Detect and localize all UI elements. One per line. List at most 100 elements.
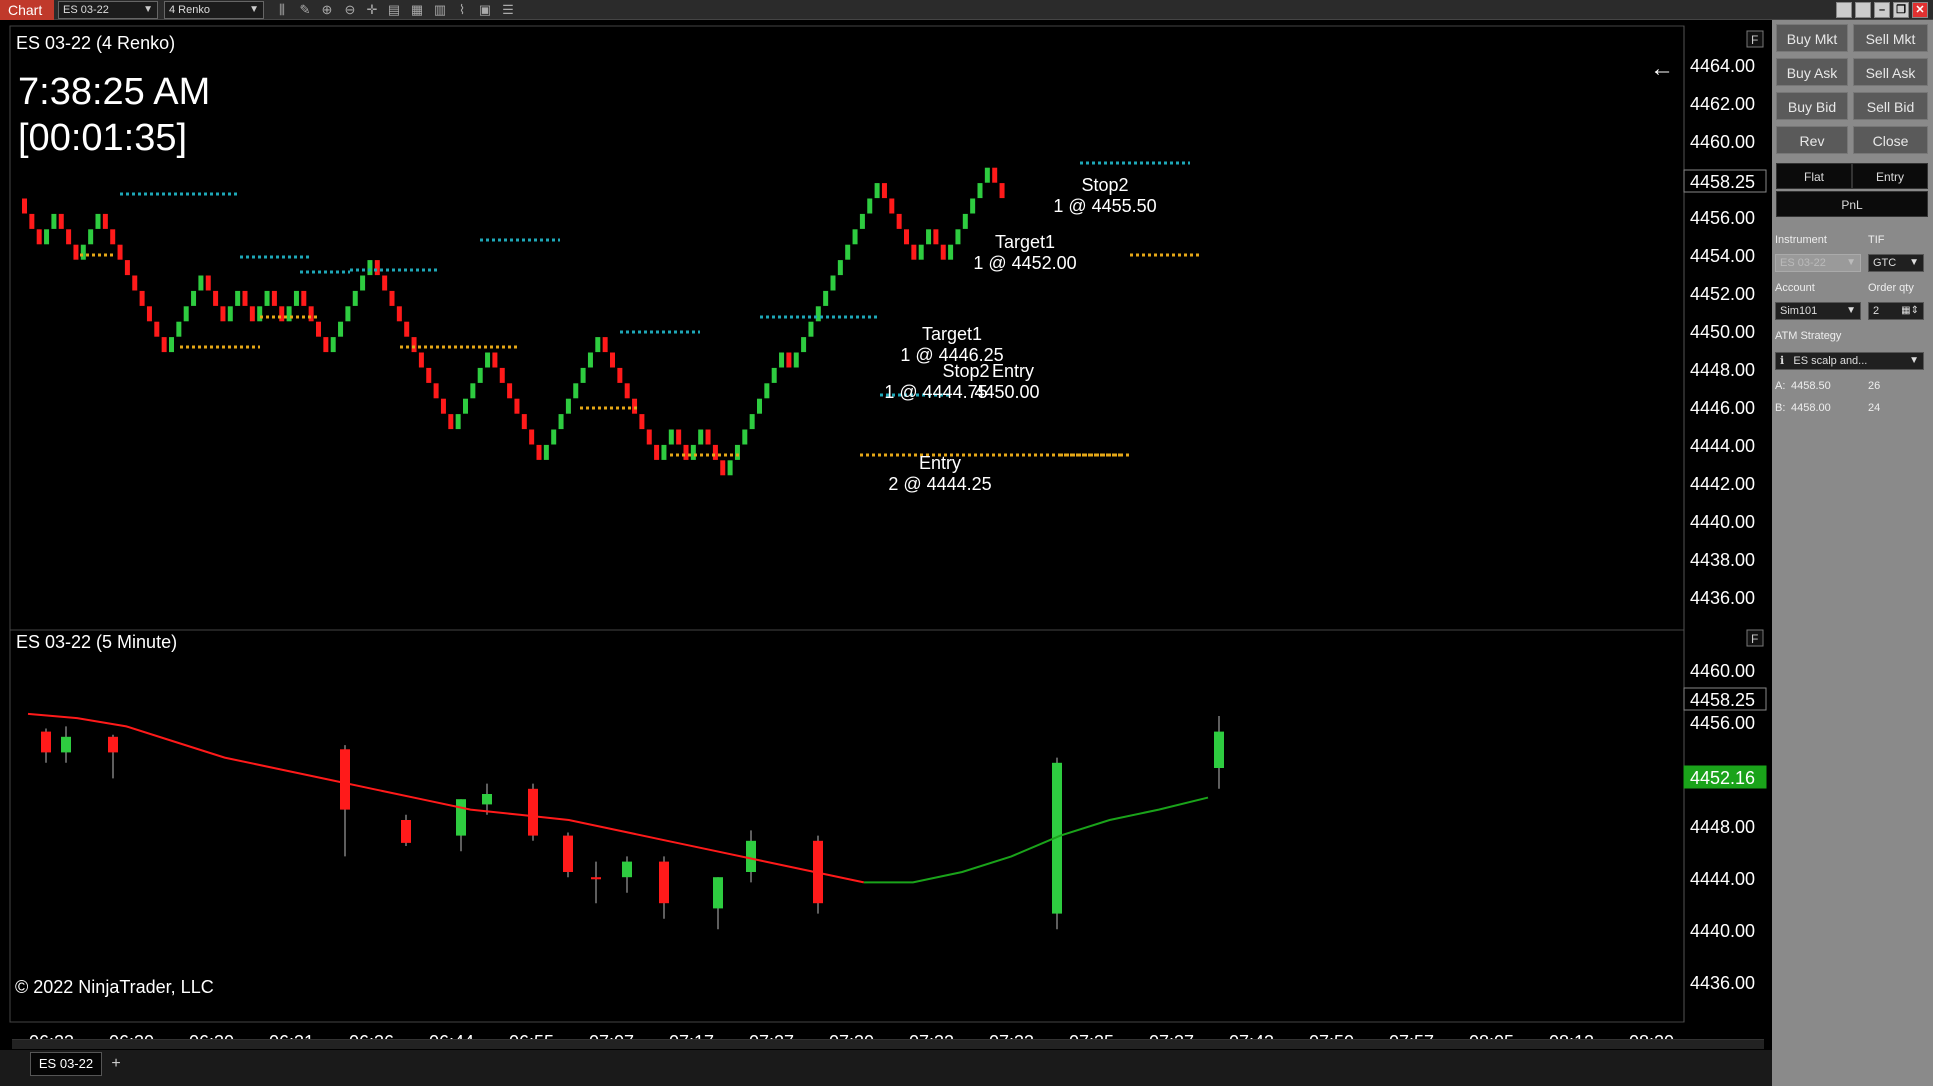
renko-brick [455,414,461,430]
crosshair-icon[interactable]: ✛ [363,2,381,18]
renko-title: ES 03-22 (4 Renko) [16,33,175,53]
price-axis: 4464.00 4462.00 4460.00 4456.00 4454.00 4452.… [1683,56,1767,993]
interval-select-value: 4 Renko [169,4,210,16]
renko-brick [22,198,27,214]
close-icon[interactable]: ✕ [1912,2,1928,18]
renko-brick [529,429,535,445]
price-tick-label: 4436.00 [1690,588,1755,608]
price-tick-label: 4462.00 [1690,94,1755,114]
data-box-icon[interactable]: ▤ [385,2,403,18]
renko-brick [852,229,858,245]
minute-title: ES 03-22 (5 Minute) [16,632,177,652]
bar-timer: [00:01:35] [18,117,187,159]
back-arrow-icon[interactable]: ← [1650,55,1674,82]
buy-bid-button[interactable]: Buy Bid [1776,92,1848,120]
candle-body [528,788,538,836]
instrument-label: Instrument [1775,234,1827,246]
annotation-label: Entry [992,361,1034,381]
chart-tab[interactable]: Chart [0,0,54,20]
renko-brick [867,198,873,214]
renko-brick [624,383,630,399]
candle-body [401,820,411,843]
reverse-button[interactable]: Rev [1776,126,1848,154]
price-tick-label: 4460.00 [1690,132,1755,152]
renko-brick [712,444,718,460]
renko-brick [308,306,314,322]
window-option-icon[interactable] [1836,2,1852,18]
renko-brick [507,383,513,399]
close-position-button[interactable]: Close [1853,126,1928,154]
renko-brick [293,290,299,306]
renko-brick [485,352,491,368]
ask-price: 4458.50 [1791,380,1831,392]
renko-brick [661,444,667,460]
draw-tool-icon[interactable]: ✎ [296,2,314,18]
chevron-down-icon: ▼ [1846,257,1856,268]
chevron-down-icon: ▼ [143,4,153,15]
candle-body [61,736,71,753]
renko-brick [411,337,417,353]
renko-brick [573,383,579,399]
restore-icon[interactable]: ❐ [1893,2,1909,18]
renko-brick [227,306,233,322]
sell-market-button[interactable]: Sell Mkt [1853,24,1928,52]
renko-brick [830,275,836,291]
calculator-icon[interactable]: ▣ [476,2,494,18]
stepper-icon[interactable]: ▦⇕ [1901,303,1919,319]
chart-canvas[interactable]: ES 03-22 (4 Renko) 7:38:25 AM [00:01:35]… [0,20,1772,1050]
renko-brick [551,429,557,445]
renko-brick [463,398,468,414]
renko-brick [977,183,983,199]
renko-brick [889,198,895,214]
price-tick-label: 4452.00 [1690,284,1755,304]
chevron-down-icon: ▼ [1909,355,1919,366]
sell-bid-button[interactable]: Sell Bid [1853,92,1928,120]
renko-brick [543,444,549,460]
horizontal-scrollbar[interactable] [12,1039,1764,1049]
renko-brick [764,383,770,399]
interval-select[interactable]: 4 Renko ▼ [164,1,264,19]
add-tab-icon[interactable]: + [106,1054,126,1074]
renko-brick [198,275,204,291]
minimize-icon[interactable]: – [1874,2,1890,18]
renko-brick [742,429,748,445]
renko-brick [44,229,50,245]
current-price-label: 4458.25 [1690,172,1755,192]
renko-brick [587,352,593,368]
strategies-icon[interactable]: ⌇ [453,2,471,18]
zoom-in-icon[interactable]: ⊕ [318,2,336,18]
tab-es-03-22[interactable]: ES 03-22 [30,1052,102,1076]
annotation-label: Entry [919,453,961,473]
renko-brick [683,444,689,460]
tif-select[interactable]: GTC ▼ [1868,254,1924,272]
annotation-value: 1 @ 4452.00 [973,253,1076,273]
candle-body [622,861,632,878]
buy-market-button[interactable]: Buy Mkt [1776,24,1848,52]
properties-icon[interactable]: ☰ [499,2,517,18]
indicators-icon[interactable]: ▥ [431,2,449,18]
renko-brick [617,367,623,383]
templates-icon[interactable]: ▦ [408,2,426,18]
order-qty-stepper[interactable]: 2 ▦⇕ [1868,302,1924,320]
renko-brick [845,244,851,260]
renko-brick [720,460,726,476]
renko-brick [139,290,145,306]
instrument-select[interactable]: ES 03-22 ▼ [58,1,158,19]
account-select[interactable]: Sim101 ▼ [1775,302,1861,320]
renko-brick [110,229,116,245]
atm-strategy-select[interactable]: ℹ ES scalp and... ▼ [1775,352,1924,370]
renko-brick [440,398,446,414]
price-tick-label: 4448.00 [1690,817,1755,837]
sell-ask-button[interactable]: Sell Ask [1853,58,1928,86]
renko-brick [102,213,108,229]
window-option-icon[interactable] [1855,2,1871,18]
candle-body [482,794,492,805]
candle-body [713,877,723,909]
buy-ask-button[interactable]: Buy Ask [1776,58,1848,86]
candle-body [659,861,669,904]
zoom-out-icon[interactable]: ⊖ [341,2,359,18]
renko-brick [602,337,608,353]
renko-brick [154,321,160,337]
bar-type-icon[interactable]: ⫼ [273,2,291,18]
renko-brick [374,260,380,276]
